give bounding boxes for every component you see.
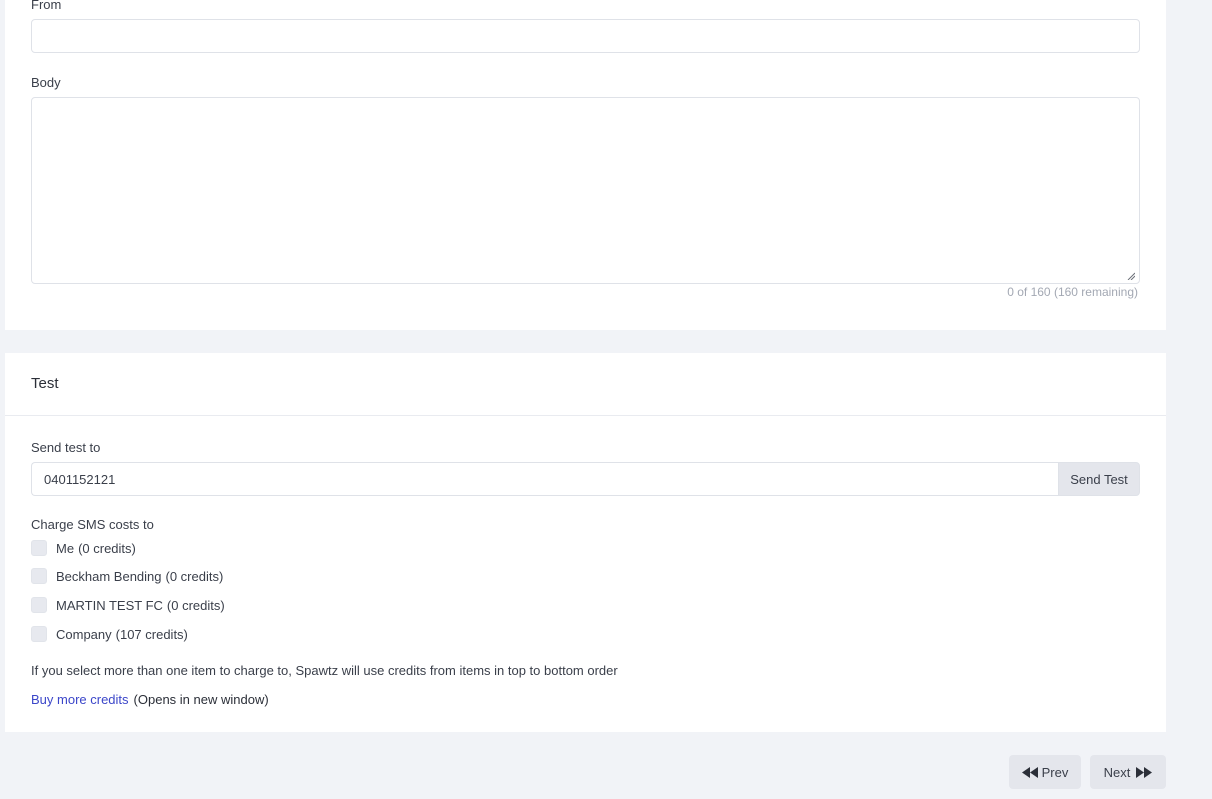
- test-card: Test Send test to Send Test Charge SMS c…: [5, 353, 1166, 732]
- checkbox[interactable]: [31, 540, 47, 556]
- charge-option-martin-test-fc[interactable]: MARTIN TEST FC (0 credits): [31, 597, 225, 613]
- charge-option-beckham-bending[interactable]: Beckham Bending (0 credits): [31, 568, 223, 584]
- buy-more-credits-link[interactable]: Buy more credits: [31, 692, 129, 707]
- send-test-to-label: Send test to: [31, 440, 101, 455]
- from-input[interactable]: [31, 19, 1140, 53]
- option-credits: (0 credits): [165, 568, 224, 584]
- card-divider: [5, 415, 1166, 416]
- double-chevron-right-icon: [1136, 766, 1153, 778]
- option-credits: (0 credits): [78, 540, 136, 556]
- opens-new-window-note: (Opens in new window): [133, 692, 269, 707]
- charge-option-me[interactable]: Me (0 credits): [31, 540, 136, 556]
- phone-input[interactable]: [31, 462, 1058, 496]
- buy-credits-row: Buy more credits (Opens in new window): [31, 692, 269, 707]
- next-label: Next: [1103, 764, 1131, 780]
- option-name: Beckham Bending: [56, 568, 162, 584]
- option-name: Me: [56, 540, 75, 556]
- option-name: MARTIN TEST FC: [56, 597, 163, 613]
- body-textarea[interactable]: [31, 97, 1140, 284]
- charge-option-company[interactable]: Company (107 credits): [31, 626, 188, 642]
- test-card-title: Test: [31, 375, 59, 392]
- option-name: Company: [56, 626, 112, 642]
- send-test-group: Send Test: [31, 462, 1140, 496]
- next-button[interactable]: Next: [1090, 755, 1166, 789]
- message-card: From Body 0 of 160 (160 remaining): [5, 0, 1166, 330]
- option-credits: (0 credits): [166, 597, 225, 613]
- prev-label: Prev: [1041, 764, 1069, 780]
- counter-count: 0 of 160: [1007, 285, 1051, 299]
- charge-sms-label: Charge SMS costs to: [31, 517, 154, 532]
- body-label: Body: [31, 75, 61, 90]
- double-chevron-left-icon: [1021, 766, 1038, 778]
- send-test-button[interactable]: Send Test: [1058, 462, 1140, 496]
- resize-grip-icon[interactable]: [1127, 272, 1135, 280]
- counter-remaining: (160 remaining): [1053, 285, 1138, 299]
- checkbox[interactable]: [31, 568, 47, 584]
- charge-order-note: If you select more than one item to char…: [31, 663, 618, 678]
- checkbox[interactable]: [31, 597, 47, 613]
- character-counter: 0 of 160 (160 remaining): [1007, 285, 1138, 299]
- from-label: From: [31, 0, 62, 12]
- checkbox[interactable]: [31, 626, 47, 642]
- prev-button[interactable]: Prev: [1009, 755, 1081, 789]
- option-credits: (107 credits): [115, 626, 188, 642]
